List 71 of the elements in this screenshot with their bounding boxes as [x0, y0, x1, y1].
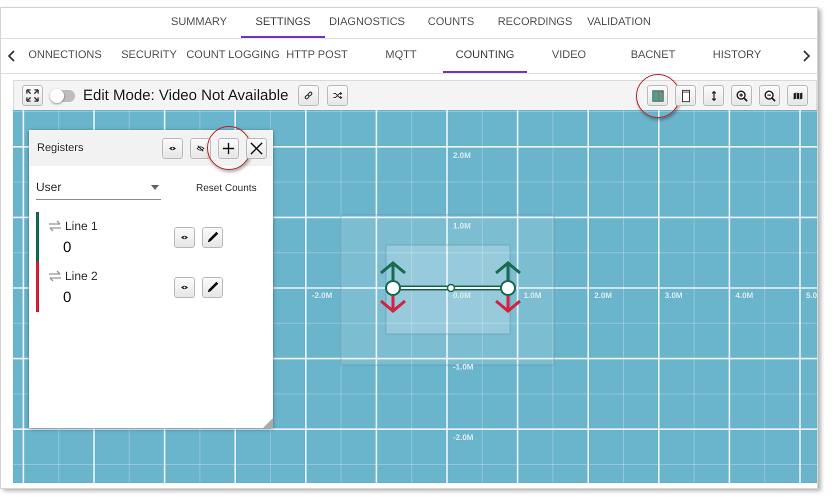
fullscreen-button[interactable]: [22, 85, 43, 106]
zone-button[interactable]: [647, 85, 668, 106]
edit-mode-label: Edit Mode: Video Not Available: [83, 87, 288, 104]
add-button[interactable]: [218, 138, 239, 158]
edit-button[interactable]: [202, 276, 223, 298]
panel-title: Registers: [37, 142, 84, 154]
zone-area[interactable]: [340, 214, 554, 366]
shuffle-button[interactable]: [327, 85, 348, 106]
line-name: Line 2: [65, 268, 98, 282]
tab[interactable]: MQTT: [359, 39, 443, 73]
pencil-icon: [205, 280, 220, 294]
toggle-switch[interactable]: [51, 90, 75, 102]
link-icon: [303, 90, 314, 101]
tab[interactable]: HISTORY: [695, 39, 779, 73]
count-value: 0: [63, 238, 72, 256]
eye-off-icon: [195, 142, 206, 154]
page-button[interactable]: [675, 85, 696, 106]
direction-button[interactable]: [703, 85, 724, 106]
axis-label: 0.0M: [453, 291, 471, 300]
edit-button[interactable]: [202, 226, 223, 248]
plus-icon: [221, 140, 236, 156]
show-button[interactable]: [174, 276, 195, 298]
resize-handle-icon[interactable]: [263, 418, 273, 428]
line-name: Line 1: [65, 218, 98, 232]
reset-counts-button[interactable]: Reset Counts: [196, 183, 257, 200]
tab[interactable]: COUNTS: [409, 8, 493, 38]
zoom-in-button[interactable]: [731, 85, 752, 106]
axis-label: 3.0M: [664, 291, 683, 300]
close-icon: [249, 140, 264, 156]
zoom-out-icon: [762, 88, 776, 102]
tab[interactable]: VALIDATION: [577, 8, 661, 38]
axis-label: -1.0M: [453, 362, 474, 372]
show-button[interactable]: [174, 226, 195, 248]
pencil-icon: [205, 230, 220, 244]
tab[interactable]: VIDEO: [527, 39, 611, 73]
tab[interactable]: DIAGNOSTICS: [325, 8, 409, 38]
filter-dropdown[interactable]: User: [36, 178, 161, 200]
tab[interactable]: ONNECTIONS: [23, 39, 107, 73]
area-icon: [650, 88, 664, 102]
map-button[interactable]: [787, 85, 808, 106]
zone-area[interactable]: [386, 244, 510, 334]
chevron-left-icon[interactable]: [7, 49, 17, 63]
axis-label: 1.0M: [524, 291, 542, 300]
close-button[interactable]: [246, 138, 267, 158]
count-value: 0: [63, 288, 72, 306]
axis-label: 5.0: [806, 291, 817, 300]
zoom-in-icon: [734, 88, 748, 102]
line-item[interactable]: Line 1 0: [36, 212, 273, 262]
axis-label: 1.0M: [453, 221, 471, 230]
axis-label: 2.0M: [453, 150, 471, 160]
swap-icon: [48, 220, 62, 232]
tab[interactable]: RECORDINGS: [493, 8, 577, 38]
link-button[interactable]: [298, 85, 320, 106]
tab[interactable]: SETTINGS: [241, 8, 325, 38]
show-button[interactable]: [162, 138, 183, 158]
zoom-out-button[interactable]: [759, 85, 780, 106]
expand-icon: [25, 88, 40, 103]
shuffle-icon: [332, 90, 344, 101]
tab[interactable]: BACNET: [611, 39, 695, 73]
axis-label: 2.0M: [594, 291, 612, 300]
axis-label: -2.0M: [312, 291, 332, 300]
count-line-drawing[interactable]: [380, 261, 522, 313]
tab[interactable]: COUNTING: [443, 39, 527, 73]
line-item[interactable]: Line 2 0: [36, 262, 273, 312]
caret-icon: [151, 184, 159, 190]
tab[interactable]: SUMMARY: [157, 8, 241, 38]
axis-label: 4.0M: [735, 291, 754, 300]
swap-icon: [48, 270, 62, 282]
axis-label: -2.0M: [453, 433, 474, 442]
chevron-right-icon[interactable]: [801, 49, 811, 63]
hide-button[interactable]: [190, 138, 211, 158]
